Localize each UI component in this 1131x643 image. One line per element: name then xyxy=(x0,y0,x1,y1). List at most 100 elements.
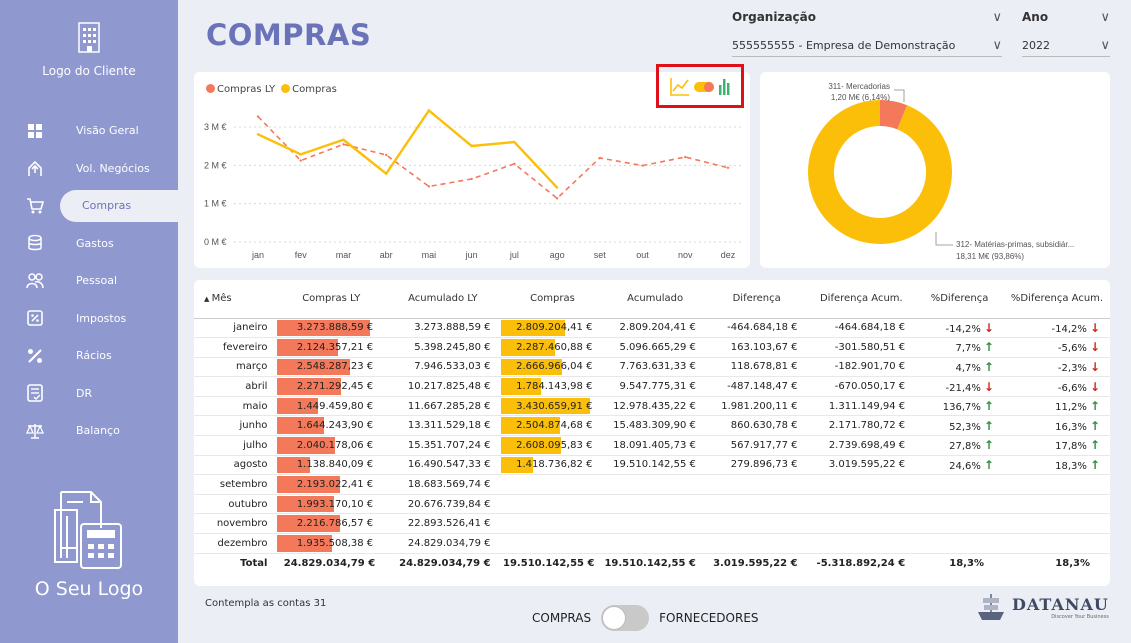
sidebar-item-gastos[interactable]: Gastos xyxy=(0,225,178,263)
accumulated-ly-cell: 5.398.245,80 € xyxy=(385,337,501,358)
data-point[interactable] xyxy=(256,115,260,118)
organization-select[interactable]: 555555555 - Empresa de Demonstração ∨ xyxy=(732,38,1002,57)
table-row[interactable]: fevereiro 2.124.357,21 €5.398.245,80 €2.2… xyxy=(194,337,1110,358)
year-select[interactable]: 2022 ∨ xyxy=(1022,38,1110,57)
empty-cell xyxy=(705,513,808,535)
column-header[interactable]: %Diferença xyxy=(915,280,1004,319)
arrow-down-icon: ↓ xyxy=(1089,359,1100,374)
accumulated-cell: 5.096.665,29 € xyxy=(604,337,706,358)
donut-slice[interactable] xyxy=(879,100,908,130)
column-header[interactable]: Diferença xyxy=(705,280,808,319)
empty-cell xyxy=(915,533,1004,554)
data-point[interactable] xyxy=(342,143,345,146)
arrow-up-icon: ↑ xyxy=(983,359,994,374)
data-point[interactable] xyxy=(384,153,388,157)
line-chart: 0 M € 1 M € 2 M € 3 M € jan fev mar abr mai jun ju… xyxy=(204,108,742,260)
data-point[interactable] xyxy=(299,159,302,162)
column-header[interactable]: Compras LY xyxy=(277,280,386,319)
x-tick-label: set xyxy=(594,250,607,260)
data-point[interactable] xyxy=(384,172,388,175)
total-ac-cell: 19.510.142,55 € xyxy=(604,552,706,573)
slice-detail: 1,20 M€ (6,14%) xyxy=(831,93,890,102)
column-header[interactable]: Acumulado LY xyxy=(385,280,501,319)
toggle-right-label[interactable]: FORNECEDORES xyxy=(659,611,758,625)
data-point[interactable] xyxy=(470,177,473,181)
table-row[interactable]: agosto 1.138.840,09 €16.490.547,33 €1.418… xyxy=(194,455,1110,476)
arrow-up-icon: ↑ xyxy=(983,438,994,453)
table-row[interactable]: junho 1.644.243,90 €13.311.529,18 €2.504.… xyxy=(194,415,1110,437)
sidebar-item-racios[interactable]: Rácios xyxy=(0,337,178,375)
sidebar-item-balanco[interactable]: Balanço xyxy=(0,412,178,450)
data-point[interactable] xyxy=(555,186,559,189)
empty-cell xyxy=(807,513,916,535)
table-row[interactable]: março 2.548.287,23 €7.946.533,03 €2.666.9… xyxy=(194,357,1110,378)
organization-label-chevron[interactable]: ∨ xyxy=(732,10,1002,28)
accumulated-ly-cell: 11.667.285,28 € xyxy=(385,396,501,417)
toggle-left-label[interactable]: COMPRAS xyxy=(532,611,591,625)
data-point[interactable] xyxy=(427,109,431,112)
year-label-chevron[interactable]: ∨ xyxy=(1022,10,1110,28)
pct-difference-cell: 136,7% ↑ xyxy=(915,396,1004,417)
brand-tagline: Discover Your Business xyxy=(1051,613,1109,620)
data-point[interactable] xyxy=(513,140,516,144)
column-header[interactable]: %Diferença Acum. xyxy=(1003,280,1110,319)
data-point[interactable] xyxy=(299,153,302,156)
pct-difference-acc-cell: 18,3% ↑ xyxy=(1003,455,1110,476)
data-point[interactable] xyxy=(256,133,260,136)
accumulated-cell: 18.091.405,73 € xyxy=(604,435,706,456)
month-cell: janeiro xyxy=(194,318,278,339)
total-pda-cell: 18,3% xyxy=(1003,552,1110,573)
y-tick-label: 0 M € xyxy=(204,237,227,247)
empty-cell xyxy=(500,474,605,495)
column-header[interactable]: Acumulado xyxy=(604,280,706,319)
month-cell: outubro xyxy=(194,494,278,515)
x-tick-label: mar xyxy=(336,250,352,260)
empty-cell xyxy=(1003,513,1110,535)
sidebar-item-compras[interactable]: Compras xyxy=(0,187,178,225)
x-tick-label: nov xyxy=(678,250,693,260)
empty-cell xyxy=(604,474,706,495)
sort-ascending-icon[interactable]: ▲ xyxy=(204,295,212,303)
sidebar-item-impostos[interactable]: Impostos xyxy=(0,300,178,338)
table-row[interactable]: janeiro 3.273.888,59 €3.273.888,59 €2.809… xyxy=(194,318,1110,339)
empty-cell xyxy=(500,513,605,535)
slice-label: 312- Matérias-primas, subsidiár... xyxy=(956,240,1074,249)
chevron-down-icon: ∨ xyxy=(992,38,1002,53)
ship-icon xyxy=(978,594,1004,620)
month-cell: julho xyxy=(194,435,278,456)
data-point[interactable] xyxy=(342,138,345,141)
data-point[interactable] xyxy=(427,185,431,188)
column-header[interactable]: Diferença Acum. xyxy=(807,280,916,319)
column-header[interactable]: ▲ Mês xyxy=(194,280,278,319)
table-row[interactable]: novembro 2.216.786,57 €22.893.526,41 € xyxy=(194,513,1110,535)
data-point[interactable] xyxy=(555,197,559,200)
sidebar-item-vol-negocios[interactable]: Vol. Negócios xyxy=(0,150,178,188)
sidebar-item-visao-geral[interactable]: Visão Geral xyxy=(0,112,178,150)
data-point[interactable] xyxy=(513,162,516,165)
data-point[interactable] xyxy=(470,144,473,148)
table-row[interactable]: outubro 1.993.170,10 €20.676.739,84 € xyxy=(194,494,1110,515)
table-row[interactable]: setembro 2.193.022,41 €18.683.569,74 € xyxy=(194,474,1110,495)
table-row[interactable]: julho 2.040.178,06 €15.351.707,24 €2.608.… xyxy=(194,435,1110,456)
sidebar-item-label: Visão Geral xyxy=(76,124,139,138)
series-line-compras[interactable] xyxy=(257,108,558,189)
sidebar-item-pessoal[interactable]: Pessoal xyxy=(0,262,178,300)
arrow-down-icon: ↓ xyxy=(983,320,994,335)
difference-cell: 163.103,67 € xyxy=(705,337,808,358)
sidebar-item-dr[interactable]: DR xyxy=(0,375,178,413)
empty-cell xyxy=(604,533,706,554)
column-header[interactable]: Compras xyxy=(500,280,605,319)
donut-slice[interactable] xyxy=(808,100,952,244)
total-m-cell: Total xyxy=(194,552,278,573)
total-ly-cell: 24.829.034,79 € xyxy=(277,552,386,573)
table-row[interactable]: maio 1.449.459,80 €11.667.285,28 €3.430.6… xyxy=(194,396,1110,417)
data-point[interactable] xyxy=(726,166,730,169)
table-row[interactable]: dezembro 1.935.508,38 €24.829.034,79 € xyxy=(194,533,1110,554)
data-point[interactable] xyxy=(684,155,687,159)
data-point[interactable] xyxy=(641,164,644,167)
data-point[interactable] xyxy=(598,156,602,160)
series-line-compras-ly[interactable] xyxy=(257,115,729,200)
balance-icon xyxy=(26,422,44,440)
table-row[interactable]: abril 2.271.292,45 €10.217.825,48 €1.784.… xyxy=(194,376,1110,397)
toggle-switch[interactable] xyxy=(601,605,650,631)
